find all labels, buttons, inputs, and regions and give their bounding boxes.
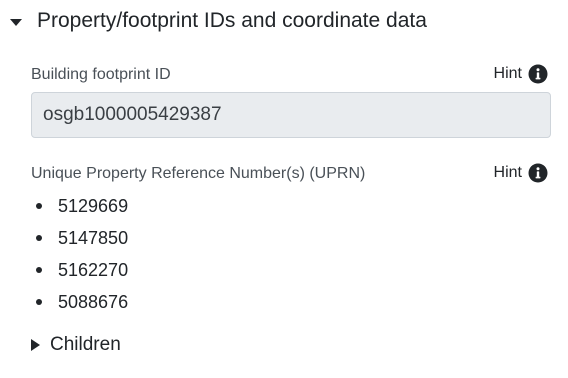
list-item: 5129669 — [31, 190, 128, 222]
section-title: Property/footprint IDs and coordinate da… — [37, 9, 427, 32]
uprn-label: Unique Property Reference Number(s) (UPR… — [31, 165, 366, 182]
uprn-hint-button[interactable]: Hint — [494, 163, 548, 183]
uprn-list: 5129669 5147850 5162270 5088676 — [31, 190, 128, 318]
bullet-icon — [36, 299, 42, 305]
uprn-value: 5147850 — [58, 227, 129, 248]
uprn-value: 5088676 — [58, 291, 129, 312]
info-icon — [528, 163, 548, 183]
list-item: 5147850 — [31, 222, 128, 254]
section-toggle[interactable]: Property/footprint IDs and coordinate da… — [10, 6, 427, 36]
hint-label: Hint — [493, 65, 522, 82]
footprint-id-label: Building footprint ID — [31, 66, 171, 83]
caret-right-icon — [31, 339, 40, 351]
caret-down-icon — [10, 18, 22, 26]
uprn-value: 5129669 — [58, 195, 129, 216]
children-label: Children — [50, 334, 121, 355]
footprint-id-field[interactable]: osgb1000005429387 — [31, 92, 551, 138]
list-item: 5162270 — [31, 254, 128, 286]
list-item: 5088676 — [31, 286, 128, 318]
uprn-value: 5162270 — [58, 259, 129, 280]
info-icon — [528, 64, 548, 84]
hint-label: Hint — [493, 164, 522, 181]
children-toggle[interactable]: Children — [31, 334, 121, 356]
bullet-icon — [36, 267, 42, 273]
bullet-icon — [36, 203, 42, 209]
footprint-hint-button[interactable]: Hint — [494, 64, 548, 84]
bullet-icon — [36, 235, 42, 241]
